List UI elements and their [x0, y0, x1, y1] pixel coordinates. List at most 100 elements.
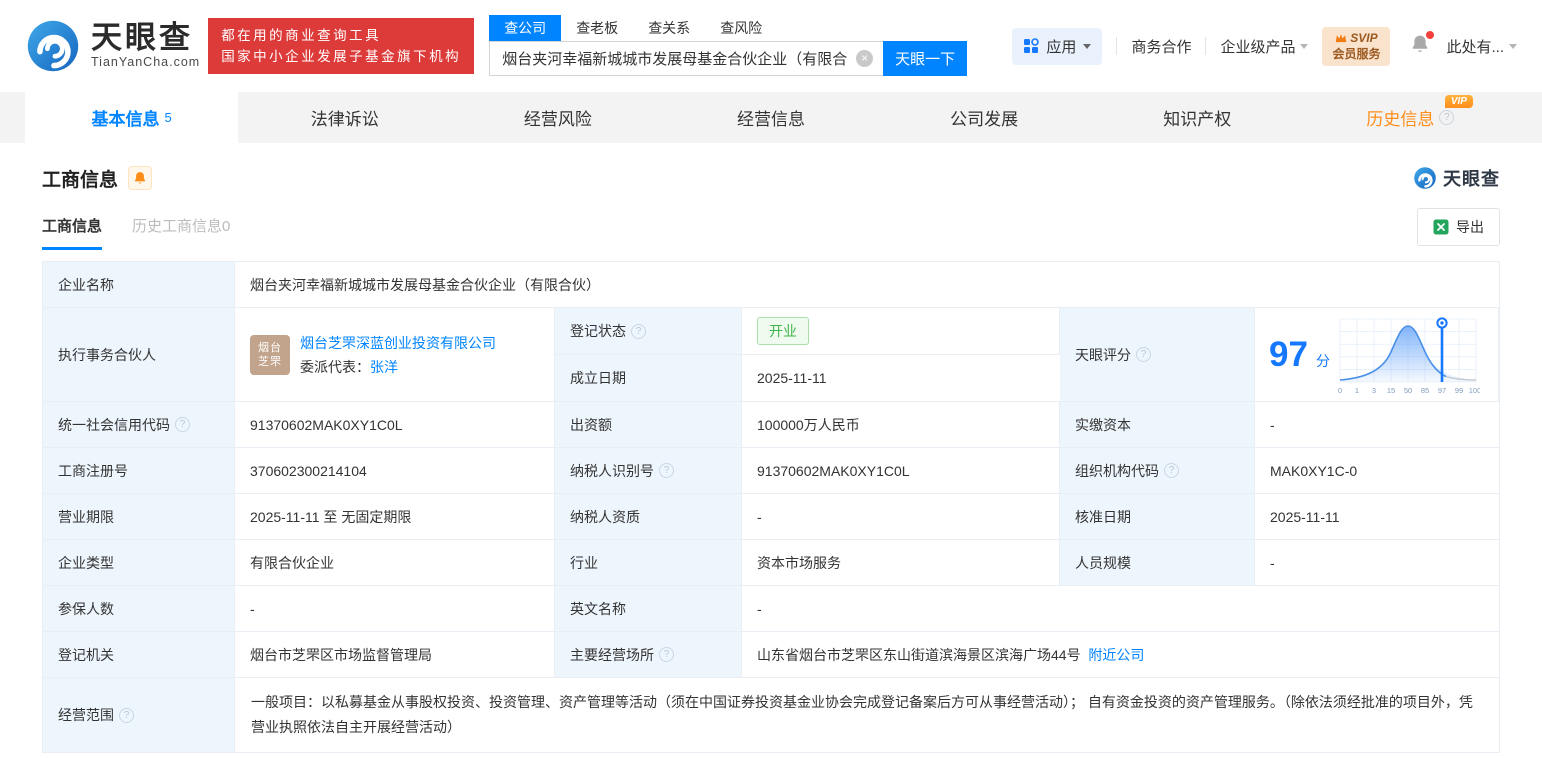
enterprise-products-label: 企业级产品: [1220, 36, 1295, 57]
score-distribution-chart: 0 1 3 15 50 85 97 99 100: [1338, 314, 1480, 396]
help-icon[interactable]: ?: [1164, 463, 1179, 478]
subtab-business-info[interactable]: 工商信息: [42, 215, 102, 250]
industry-value: 资本市场服务: [742, 540, 1060, 586]
registration-status-value: 开业: [742, 308, 1060, 355]
divider: [1116, 37, 1117, 55]
help-icon[interactable]: ?: [175, 417, 190, 432]
company-name-label: 企业名称: [43, 262, 235, 308]
help-icon[interactable]: ?: [659, 463, 674, 478]
watermark-text: 天眼查: [1443, 165, 1500, 191]
business-scope-label: 经营范围?: [43, 678, 235, 753]
enterprise-products-link[interactable]: 企业级产品: [1220, 36, 1308, 57]
monitor-bell-button[interactable]: [128, 166, 152, 190]
table-row: 营业期限 2025-11-11 至 无固定期限 纳税人资质 - 核准日期 202…: [43, 494, 1499, 540]
taxpayer-id-value: 91370602MAK0XY1C0L: [742, 448, 1060, 494]
apps-label: 应用: [1046, 36, 1076, 57]
table-row: 执行事务合伙人 烟台 芝罘 烟台芝罘深蓝创业投资有限公司 委派代表：张洋 登记状…: [43, 308, 1499, 402]
tab-intellectual-property[interactable]: 知识产权: [1091, 92, 1304, 143]
org-code-value: MAK0XY1C-0: [1255, 448, 1499, 494]
svg-text:97: 97: [1438, 386, 1446, 395]
paid-capital-label: 实缴资本: [1060, 402, 1255, 448]
help-icon[interactable]: ?: [659, 647, 674, 662]
tianyancha-logo[interactable]: 天眼查 TianYanCha.com: [25, 18, 200, 74]
svg-text:50: 50: [1404, 386, 1412, 395]
banner-line1: 都在用的商业查询工具: [221, 25, 461, 46]
search-tab-relation[interactable]: 查关系: [633, 15, 705, 41]
svg-text:100: 100: [1469, 386, 1480, 395]
user-menu[interactable]: 此处有...: [1446, 36, 1517, 57]
company-type-value: 有限合伙企业: [235, 540, 555, 586]
banner-line2: 国家中小企业发展子基金旗下机构: [221, 46, 461, 67]
delegate-name-link[interactable]: 张洋: [370, 359, 398, 375]
taxpayer-quality-value: -: [742, 494, 1060, 540]
search-tab-risk[interactable]: 查风险: [705, 15, 777, 41]
reg-number-label: 工商注册号: [43, 448, 235, 494]
tianyan-score-cell[interactable]: 97 分: [1255, 308, 1499, 402]
help-icon[interactable]: ?: [631, 324, 646, 339]
svg-text:3: 3: [1372, 386, 1376, 395]
reg-number-value: 370602300214104: [235, 448, 555, 494]
brand-slogan-banner: 都在用的商业查询工具 国家中小企业发展子基金旗下机构: [208, 18, 474, 74]
capital-label: 出资额: [555, 402, 742, 448]
tab-legal-proceedings[interactable]: 法律诉讼: [238, 92, 451, 143]
search-tab-company[interactable]: 查公司: [489, 15, 561, 41]
partner-avatar: 烟台 芝罘: [250, 335, 290, 375]
table-row: 参保人数 - 英文名称 -: [43, 586, 1499, 632]
business-address-label: 主要经营场所?: [555, 632, 742, 678]
nearby-companies-link[interactable]: 附近公司: [1088, 645, 1144, 665]
avatar-text-line1: 烟台: [258, 341, 282, 355]
table-row: 工商注册号 370602300214104 纳税人识别号? 91370602MA…: [43, 448, 1499, 494]
table-row: 统一社会信用代码? 91370602MAK0XY1C0L 出资额 100000万…: [43, 402, 1499, 448]
english-name-label: 英文名称: [555, 586, 742, 632]
subtab-history-business-info[interactable]: 历史工商信息0: [132, 215, 230, 250]
partner-company-link[interactable]: 烟台芝罘深蓝创业投资有限公司: [300, 333, 496, 353]
reg-authority-label: 登记机关: [43, 632, 235, 678]
score-unit: 分: [1316, 351, 1330, 371]
tab-history-info[interactable]: VIP 历史信息 ?: [1304, 92, 1517, 143]
svip-member-button[interactable]: SVIP 会员服务: [1322, 27, 1390, 66]
user-name: 此处有...: [1446, 36, 1504, 57]
svg-text:0: 0: [1338, 386, 1342, 395]
capital-value: 100000万人民币: [742, 402, 1060, 448]
business-cooperation-link[interactable]: 商务合作: [1131, 36, 1191, 57]
table-row: 经营范围? 一般项目：以私募基金从事股权投资、投资管理、资产管理等活动（须在中国…: [43, 678, 1499, 753]
tab-business-info[interactable]: 经营信息: [664, 92, 877, 143]
industry-label: 行业: [555, 540, 742, 586]
paid-capital-value: -: [1255, 402, 1499, 448]
tab-operating-risk[interactable]: 经营风险: [451, 92, 664, 143]
help-icon[interactable]: ?: [119, 708, 134, 723]
tab-basic-info[interactable]: 基本信息 5: [25, 92, 238, 143]
search-input-wrap: ×: [489, 41, 883, 76]
executive-partner-label: 执行事务合伙人: [43, 308, 235, 402]
establish-date-label: 成立日期: [555, 355, 742, 402]
svg-text:15: 15: [1387, 386, 1395, 395]
excel-icon: [1433, 219, 1449, 235]
avatar-text-line2: 芝罘: [258, 355, 282, 369]
bell-icon: [133, 171, 147, 185]
brand-name: 天眼查: [91, 23, 200, 53]
main-content: 工商信息 天眼查 工商信息 历史工商信息0 导出: [0, 160, 1542, 753]
svg-text:1: 1: [1355, 386, 1359, 395]
company-name-value: 烟台夹河幸福新城城市发展母基金合伙企业（有限合伙）: [235, 262, 1499, 308]
divider: [1205, 37, 1206, 55]
score-value: 97: [1269, 337, 1308, 372]
tianyancha-swirl-icon: [25, 18, 81, 74]
header: 天眼查 TianYanCha.com 都在用的商业查询工具 国家中小企业发展子基…: [0, 0, 1542, 92]
help-icon[interactable]: ?: [1136, 347, 1151, 362]
staff-size-label: 人员规模: [1060, 540, 1255, 586]
tab-company-development[interactable]: 公司发展: [878, 92, 1091, 143]
search-button[interactable]: 天眼一下: [883, 41, 967, 76]
svip-label: SVIP: [1350, 31, 1377, 45]
clear-search-icon[interactable]: ×: [856, 50, 873, 67]
search-input[interactable]: [500, 49, 849, 68]
help-icon[interactable]: ?: [1439, 110, 1454, 125]
establish-date-value: 2025-11-11: [742, 355, 1060, 402]
notifications-button[interactable]: [1410, 34, 1430, 58]
tab-basic-info-label: 基本信息: [91, 105, 159, 130]
search-tab-boss[interactable]: 查老板: [561, 15, 633, 41]
org-code-label: 组织机构代码?: [1060, 448, 1255, 494]
apps-menu[interactable]: 应用: [1012, 28, 1102, 65]
export-button[interactable]: 导出: [1417, 208, 1500, 246]
search-tabs: 查公司 查老板 查关系 查风险: [489, 17, 967, 41]
tab-basic-info-count: 5: [164, 110, 171, 125]
